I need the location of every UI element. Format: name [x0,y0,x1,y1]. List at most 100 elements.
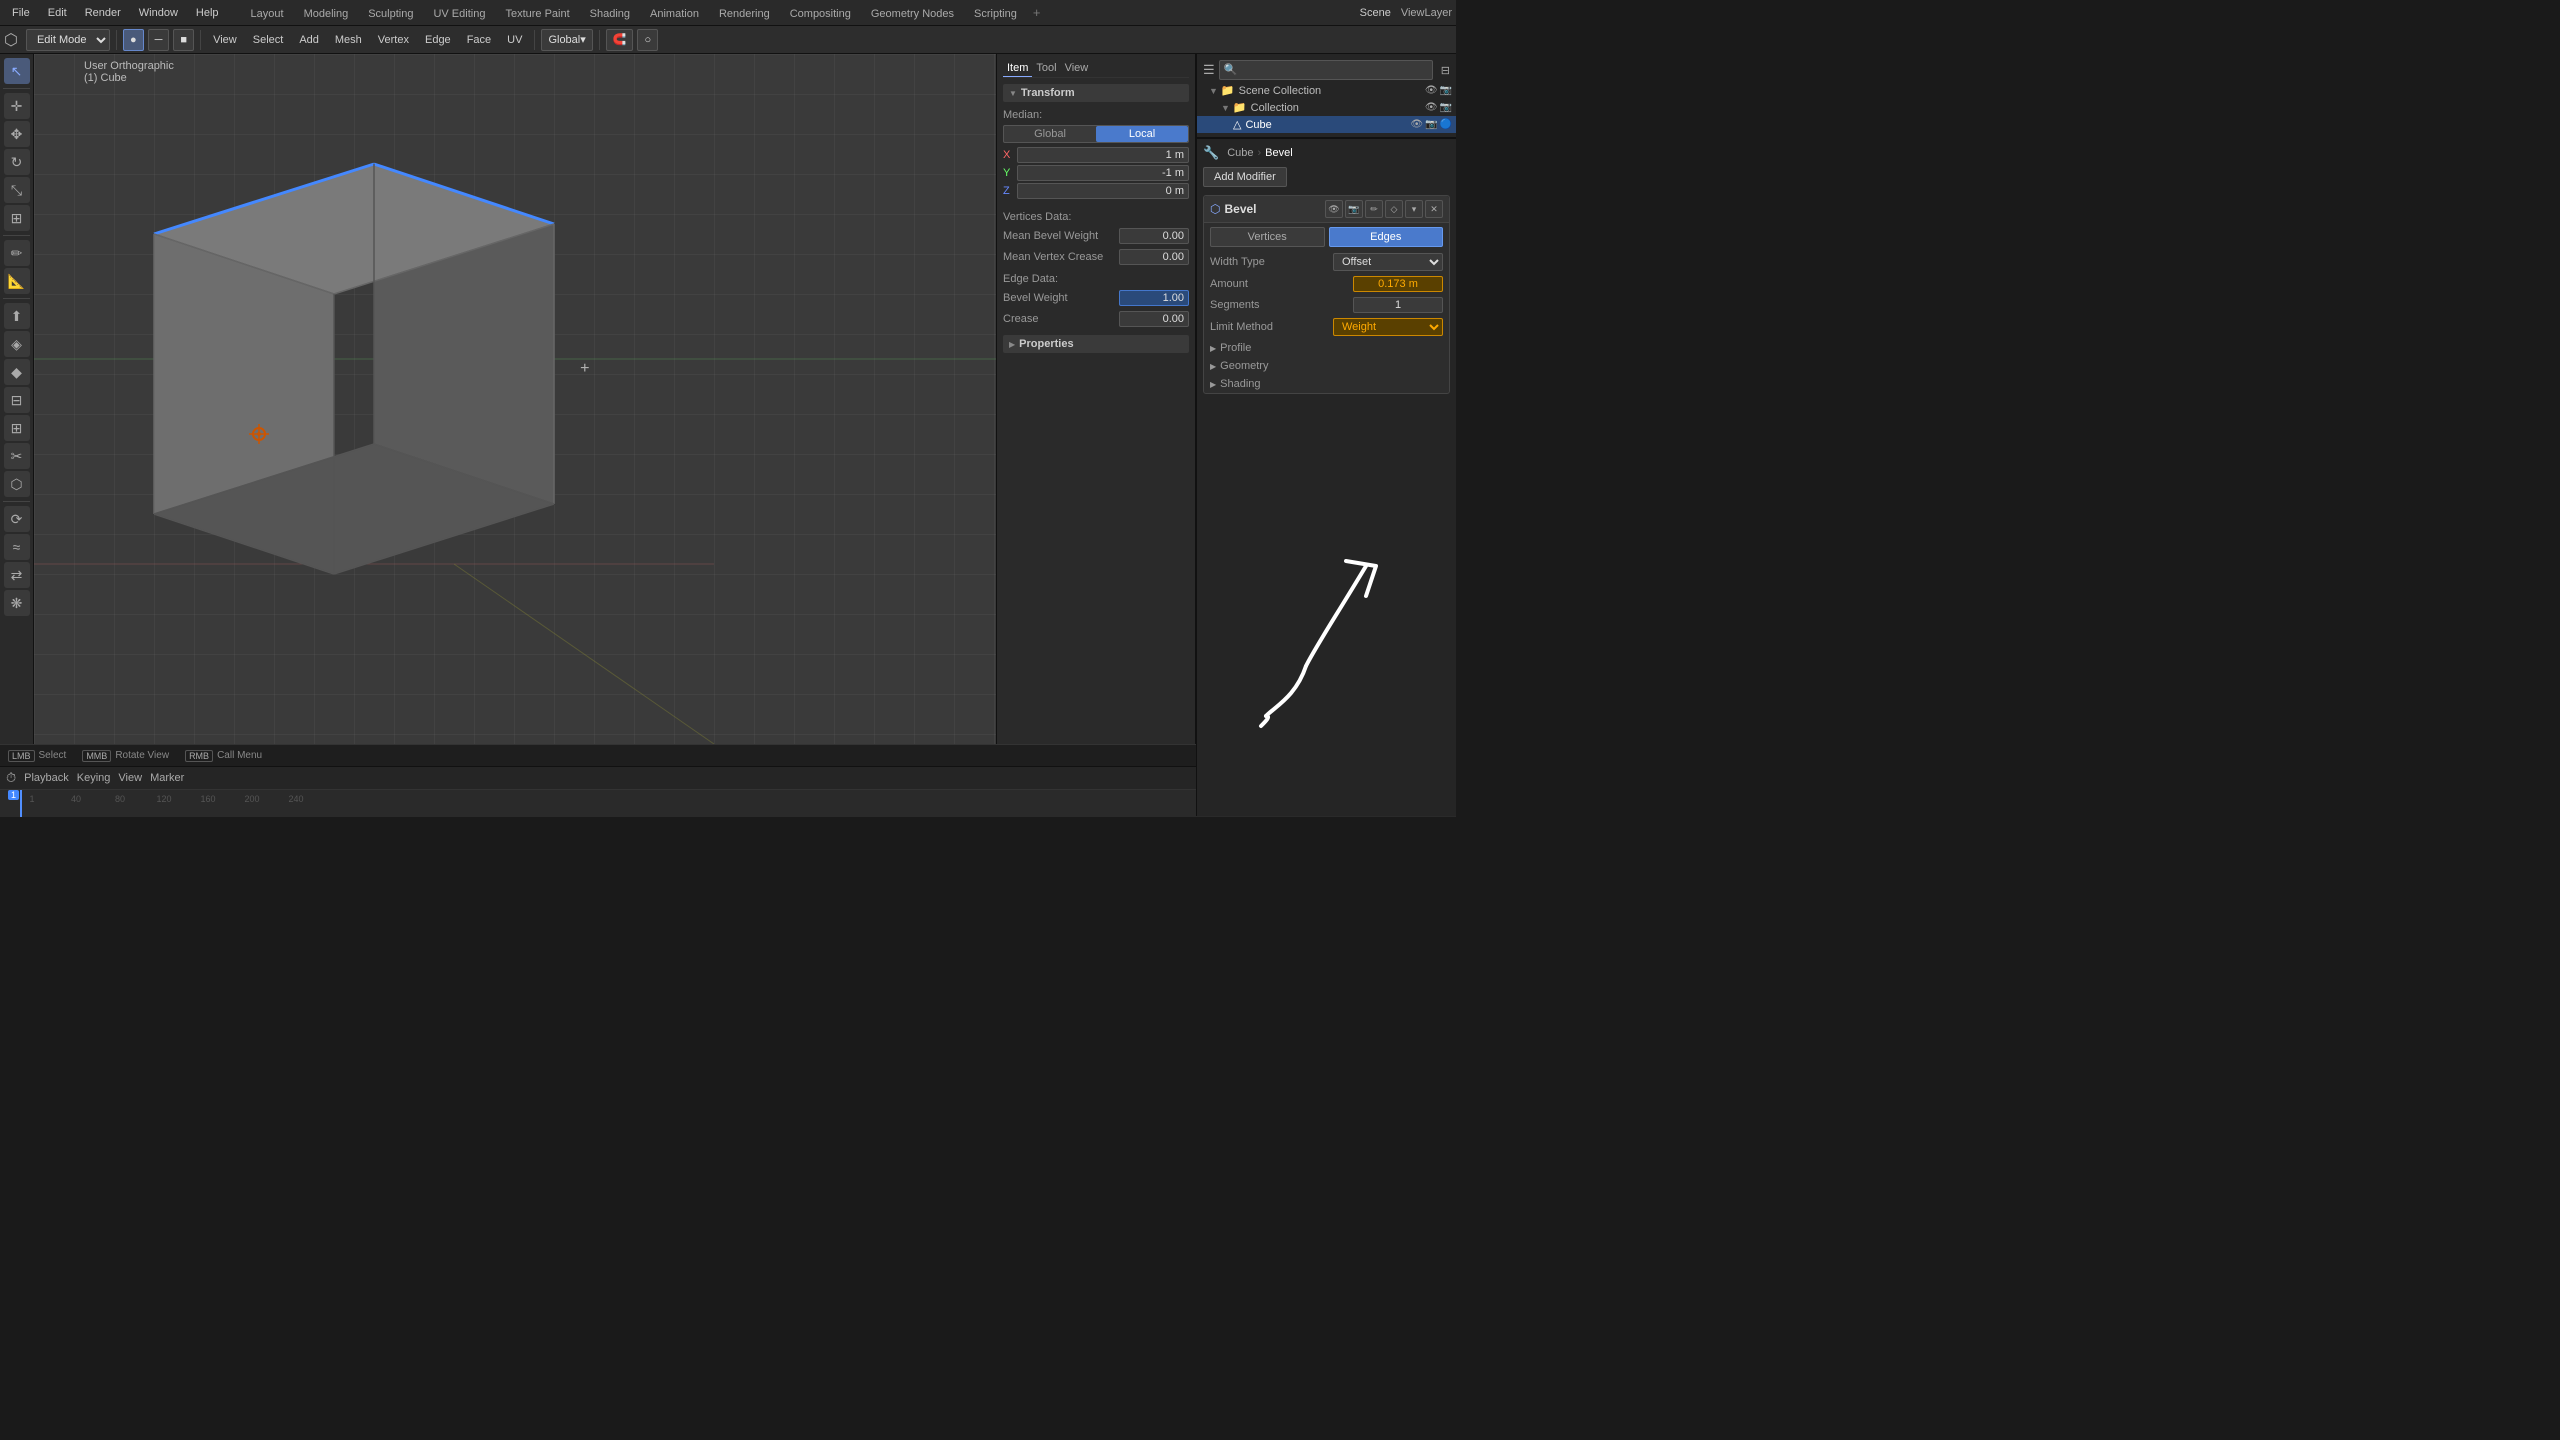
workspace-scripting[interactable]: Scripting [964,4,1027,22]
mesh-faces-btn[interactable]: ■ [173,29,194,51]
amount-input[interactable] [1353,276,1443,292]
menu-edge[interactable]: Edge [419,32,457,48]
vertices-toggle[interactable]: Vertices [1210,227,1325,247]
status-call-menu: RMB Call Menu [185,750,262,762]
mean-vertex-crease-row: Mean Vertex Crease 0.00 [1003,247,1189,267]
tool-rotate[interactable]: ↻ [4,149,30,175]
properties-panel: ☰ ⊟ ▼ 📁 Scene Collection 👁 📷 ▼ 📁 Collect… [1196,54,1456,816]
tree-collection[interactable]: ▼ 📁 Collection 👁 📷 [1197,99,1456,116]
mod-realtime-btn[interactable]: 👁 [1325,200,1343,218]
shading-row[interactable]: ▶ Shading [1204,375,1449,393]
menu-file[interactable]: File [4,5,38,21]
tool-spin[interactable]: ⟳ [4,506,30,532]
tool-smooth[interactable]: ≈ [4,534,30,560]
bevel-icon: ⬡ [1210,202,1220,216]
geometry-row[interactable]: ▶ Geometry [1204,357,1449,375]
mesh-vertices-btn[interactable]: ● [123,29,144,51]
local-btn[interactable]: Local [1096,126,1188,142]
keying-menu[interactable]: Keying [77,772,111,784]
scene-name: Scene [1360,7,1391,19]
tool-extrude[interactable]: ⬆ [4,303,30,329]
workspace-compositing[interactable]: Compositing [780,4,861,22]
toolbar-mode-icon[interactable]: ⬡ [4,30,18,50]
tool-measure[interactable]: 📐 [4,268,30,294]
mod-cage-btn[interactable]: ◇ [1385,200,1403,218]
mod-close-btn[interactable]: ✕ [1425,200,1443,218]
mod-render-btn[interactable]: 📷 [1345,200,1363,218]
filter-icon[interactable]: ⊟ [1441,64,1450,77]
workspace-geometry-nodes[interactable]: Geometry Nodes [861,4,964,22]
global-btn[interactable]: Global [1004,126,1096,142]
timeline-view-menu[interactable]: View [118,772,142,784]
marker-menu[interactable]: Marker [150,772,184,784]
tool-bevel[interactable]: ◆ [4,359,30,385]
menu-render[interactable]: Render [77,5,129,21]
workspace-uv-editing[interactable]: UV Editing [423,4,495,22]
profile-row[interactable]: ▶ Profile [1204,339,1449,357]
menu-view[interactable]: View [207,32,243,48]
properties-section: ▶ Properties [1003,335,1189,353]
outliner-area: ☰ ⊟ ▼ 📁 Scene Collection 👁 📷 ▼ 📁 Collect… [1197,54,1456,138]
global-selector[interactable]: Global ▾ [541,29,592,51]
z-value[interactable] [1017,183,1189,199]
tool-edge-slide[interactable]: ⇄ [4,562,30,588]
mode-selector[interactable]: Edit Mode [26,29,110,51]
workspace-texture-paint[interactable]: Texture Paint [495,4,579,22]
workspace-layout[interactable]: Layout [241,4,294,22]
outliner-search[interactable] [1219,60,1433,80]
tool-select[interactable]: ↖ [4,58,30,84]
menu-select[interactable]: Select [247,32,290,48]
snap-btn[interactable]: 🧲 [606,29,634,51]
menu-face[interactable]: Face [461,32,497,48]
menu-help[interactable]: Help [188,5,227,21]
menu-mesh[interactable]: Mesh [329,32,368,48]
tree-scene-collection[interactable]: ▼ 📁 Scene Collection 👁 📷 [1197,82,1456,99]
add-modifier-btn[interactable]: Add Modifier [1203,167,1287,187]
tool-cursor[interactable]: ✛ [4,93,30,119]
add-workspace-btn[interactable]: + [1027,3,1047,22]
tool-poly-build[interactable]: ⬡ [4,471,30,497]
tab-view[interactable]: View [1061,60,1093,77]
tree-cube[interactable]: △ Cube 👁 📷 🔵 [1197,116,1456,133]
menu-window[interactable]: Window [131,5,186,21]
menu-vertex[interactable]: Vertex [372,32,415,48]
segments-input[interactable] [1353,297,1443,313]
tool-inset[interactable]: ◈ [4,331,30,357]
profile-label: Profile [1220,342,1251,354]
tool-offset-edge[interactable]: ⊞ [4,415,30,441]
tool-scale[interactable]: ⤡ [4,177,30,203]
workspace-animation[interactable]: Animation [640,4,709,22]
mean-vertex-crease-label: Mean Vertex Crease [1003,251,1119,263]
workspace-shading[interactable]: Shading [580,4,640,22]
x-value[interactable] [1017,147,1189,163]
limit-method-dropdown[interactable]: Weight [1333,318,1443,336]
menu-uv[interactable]: UV [501,32,528,48]
y-value[interactable] [1017,165,1189,181]
workspace-modeling[interactable]: Modeling [294,4,359,22]
workspace-sculpting[interactable]: Sculpting [358,4,423,22]
crease-val: 0.00 [1119,311,1189,327]
tool-loop-cut[interactable]: ⊟ [4,387,30,413]
tool-transform[interactable]: ⊞ [4,205,30,231]
properties-header[interactable]: ▶ Properties [1003,335,1189,353]
segments-row: Segments [1204,295,1449,315]
mesh-edges-btn[interactable]: ─ [148,29,170,51]
tool-shrink-fatten[interactable]: ❋ [4,590,30,616]
edges-toggle[interactable]: Edges [1329,227,1444,247]
mod-expand-btn[interactable]: ▾ [1405,200,1423,218]
transform-header[interactable]: ▼ Transform [1003,84,1189,102]
call-menu-label: Call Menu [217,750,262,761]
breadcrumb-cube[interactable]: Cube [1227,147,1253,159]
workspace-rendering[interactable]: Rendering [709,4,780,22]
tab-tool[interactable]: Tool [1032,60,1060,77]
menu-add[interactable]: Add [293,32,325,48]
tool-knife[interactable]: ✂ [4,443,30,469]
tab-item[interactable]: Item [1003,60,1032,77]
menu-edit[interactable]: Edit [40,5,75,21]
width-type-dropdown[interactable]: Offset [1333,253,1443,271]
tool-annotate[interactable]: ✏ [4,240,30,266]
playback-menu[interactable]: Playback [24,772,69,784]
proportional-btn[interactable]: ○ [637,29,658,51]
mod-edit-btn[interactable]: ✏ [1365,200,1383,218]
tool-move[interactable]: ✥ [4,121,30,147]
